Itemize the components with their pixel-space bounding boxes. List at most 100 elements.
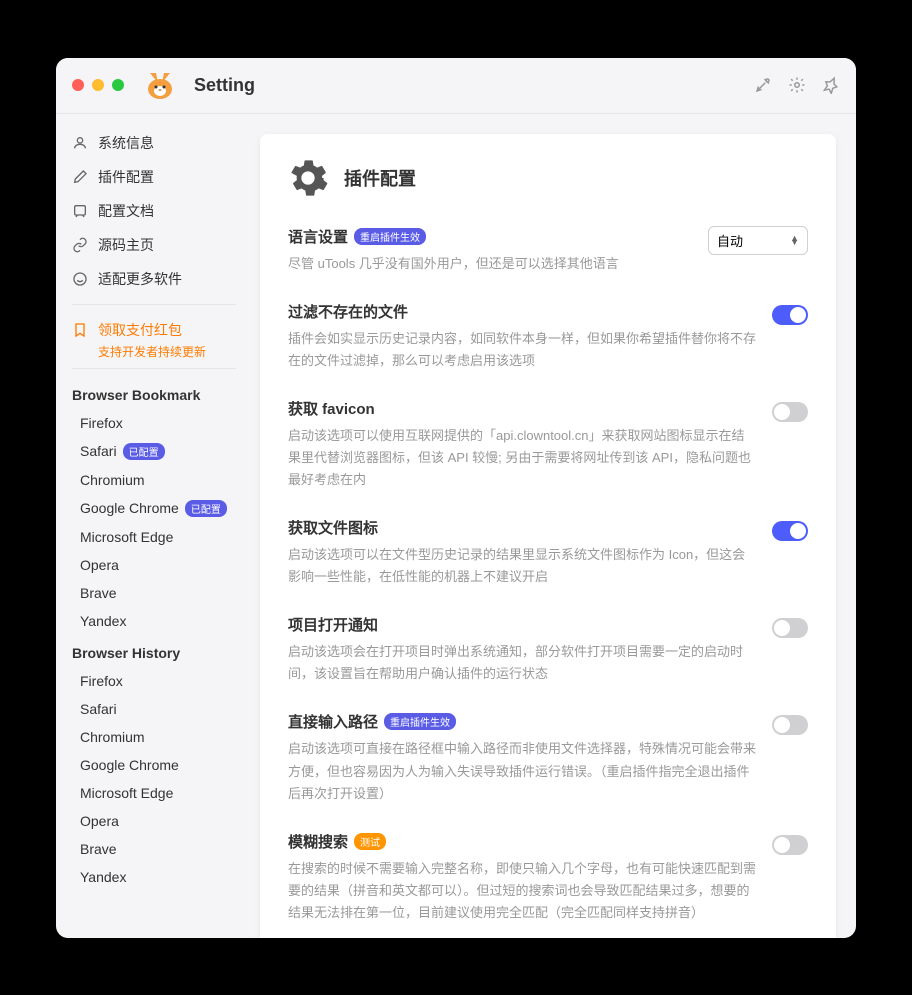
setting-main: 获取 favicon 启动该选项可以使用互联网提供的「api.clowntool.…	[288, 398, 756, 491]
user-icon	[72, 135, 88, 151]
browser-label: Firefox	[80, 415, 123, 431]
sidebar-label: 插件配置	[98, 167, 154, 187]
bookmark-icon	[72, 322, 88, 338]
setting-row: 获取 favicon 启动该选项可以使用互联网提供的「api.clowntool.…	[288, 398, 808, 491]
setting-toggle[interactable]	[772, 305, 808, 325]
browser-bookmark-item[interactable]: Google Chrome已配置	[56, 494, 252, 523]
sidebar-item-plugin-config[interactable]: 插件配置	[56, 160, 252, 194]
setting-main: 项目打开通知启动该选项会在打开项目时弹出系统通知，部分软件打开项目需要一定的启动…	[288, 614, 756, 685]
setting-main: 过滤不存在的文件插件会如实显示历史记录内容，如同软件本身一样，但如果你希望插件替…	[288, 301, 756, 372]
browser-bookmark-item[interactable]: Safari已配置	[56, 437, 252, 466]
setting-title: 模糊搜索测试	[288, 831, 386, 852]
sidebar-label: 源码主页	[98, 235, 154, 255]
browser-label: Opera	[80, 557, 119, 573]
sidebar-promo[interactable]: 领取支付红包	[56, 313, 252, 347]
setting-toggle[interactable]	[772, 618, 808, 638]
browser-history-item[interactable]: Opera	[56, 807, 252, 835]
browser-label: Yandex	[80, 613, 126, 629]
browser-bookmark-item[interactable]: Opera	[56, 551, 252, 579]
setting-title: 项目打开通知	[288, 614, 378, 635]
setting-tag: 测试	[354, 833, 386, 850]
browser-bookmark-item[interactable]: Yandex	[56, 607, 252, 635]
app-window: Setting 系统信息 插件配置	[56, 58, 856, 938]
maximize-window-button[interactable]	[112, 79, 124, 91]
sidebar-label: 适配更多软件	[98, 269, 182, 289]
sidebar-label: 系统信息	[98, 133, 154, 153]
browser-label: Google Chrome	[80, 500, 179, 516]
setting-main: 直接输入路径重启插件生效启动该选项可直接在路径框中输入路径而非使用文件选择器，特…	[288, 711, 756, 804]
setting-main: 模糊搜索测试在搜索的时候不需要输入完整名称，即使只输入几个字母，也有可能快速匹配…	[288, 831, 756, 924]
browser-label: Firefox	[80, 673, 123, 689]
promo-subtitle: 支持开发者持续更新	[56, 343, 252, 360]
sidebar-item-config-docs[interactable]: 配置文档	[56, 194, 252, 228]
setting-toggle[interactable]	[772, 835, 808, 855]
setting-main: 语言设置重启插件生效尽管 uTools 几乎没有国外用户，但还是可以选择其他语言	[288, 226, 692, 275]
browser-label: Brave	[80, 585, 117, 601]
browser-history-item[interactable]: Yandex	[56, 863, 252, 891]
browser-history-item[interactable]: Microsoft Edge	[56, 779, 252, 807]
setting-title: 获取文件图标	[288, 517, 378, 538]
setting-toggle[interactable]	[772, 521, 808, 541]
setting-title: 直接输入路径重启插件生效	[288, 711, 456, 732]
main-content: 插件配置 语言设置重启插件生效尽管 uTools 几乎没有国外用户，但还是可以选…	[252, 114, 856, 938]
setting-description: 在搜索的时候不需要输入完整名称，即使只输入几个字母，也有可能快速匹配到需要的结果…	[288, 858, 756, 924]
sidebar-item-source-home[interactable]: 源码主页	[56, 228, 252, 262]
header-actions	[754, 76, 840, 94]
browser-label: Microsoft Edge	[80, 529, 173, 545]
window-controls	[72, 79, 124, 91]
setting-title: 获取 favicon	[288, 398, 375, 419]
sidebar-item-system-info[interactable]: 系统信息	[56, 126, 252, 160]
browser-bookmark-item[interactable]: Firefox	[56, 409, 252, 437]
setting-title: 语言设置重启插件生效	[288, 226, 426, 247]
large-gear-icon	[288, 158, 328, 198]
divider	[72, 368, 236, 369]
select-value: 自动	[717, 231, 743, 250]
divider	[72, 304, 236, 305]
minimize-window-button[interactable]	[92, 79, 104, 91]
pencil-icon	[72, 169, 88, 185]
section-header-bookmark: Browser Bookmark	[56, 377, 252, 409]
setting-toggle[interactable]	[772, 715, 808, 735]
promo-title: 领取支付红包	[98, 320, 182, 340]
browser-label: Yandex	[80, 869, 126, 885]
browser-bookmark-item[interactable]: Brave	[56, 579, 252, 607]
setting-tag: 重启插件生效	[354, 228, 426, 245]
setting-main: 获取文件图标启动该选项可以在文件型历史记录的结果里显示系统文件图标作为 Icon…	[288, 517, 756, 588]
sidebar-label: 配置文档	[98, 201, 154, 221]
titlebar: Setting	[56, 58, 856, 114]
setting-description: 启动该选项可以在文件型历史记录的结果里显示系统文件图标作为 Icon，但这会影响…	[288, 544, 756, 588]
setting-title: 过滤不存在的文件	[288, 301, 408, 322]
app-logo-icon	[144, 69, 176, 101]
gear-icon[interactable]	[788, 76, 806, 94]
language-select[interactable]: 自动▲▼	[708, 226, 808, 255]
browser-label: Safari	[80, 701, 117, 717]
setting-description: 启动该选项可以使用互联网提供的「api.clowntool.cn」来获取网站图标…	[288, 425, 756, 491]
setting-row: 过滤不存在的文件插件会如实显示历史记录内容，如同软件本身一样，但如果你希望插件替…	[288, 301, 808, 372]
browser-history-item[interactable]: Google Chrome	[56, 751, 252, 779]
browser-history-item[interactable]: Safari	[56, 695, 252, 723]
window-body: 系统信息 插件配置 配置文档 源码主页 适配更多软件 领取支付红包	[56, 114, 856, 938]
card-title: 插件配置	[344, 165, 416, 191]
setting-toggle[interactable]	[772, 402, 808, 422]
browser-history-item[interactable]: Chromium	[56, 723, 252, 751]
browser-bookmark-item[interactable]: Microsoft Edge	[56, 523, 252, 551]
window-title: Setting	[194, 75, 746, 96]
browser-bookmark-item[interactable]: Chromium	[56, 466, 252, 494]
setting-row: 语言设置重启插件生效尽管 uTools 几乎没有国外用户，但还是可以选择其他语言…	[288, 226, 808, 275]
tools-icon[interactable]	[754, 76, 772, 94]
browser-label: Chromium	[80, 729, 145, 745]
setting-tag: 重启插件生效	[384, 713, 456, 730]
document-icon	[72, 203, 88, 219]
link-icon	[72, 237, 88, 253]
section-header-history: Browser History	[56, 635, 252, 667]
setting-row: 模糊搜索测试在搜索的时候不需要输入完整名称，即使只输入几个字母，也有可能快速匹配…	[288, 831, 808, 924]
configured-badge: 已配置	[123, 443, 165, 460]
pin-icon[interactable]	[822, 76, 840, 94]
card-header: 插件配置	[288, 158, 808, 198]
close-window-button[interactable]	[72, 79, 84, 91]
browser-history-item[interactable]: Brave	[56, 835, 252, 863]
browser-label: Microsoft Edge	[80, 785, 173, 801]
sidebar: 系统信息 插件配置 配置文档 源码主页 适配更多软件 领取支付红包	[56, 114, 252, 938]
sidebar-item-more-software[interactable]: 适配更多软件	[56, 262, 252, 296]
browser-history-item[interactable]: Firefox	[56, 667, 252, 695]
